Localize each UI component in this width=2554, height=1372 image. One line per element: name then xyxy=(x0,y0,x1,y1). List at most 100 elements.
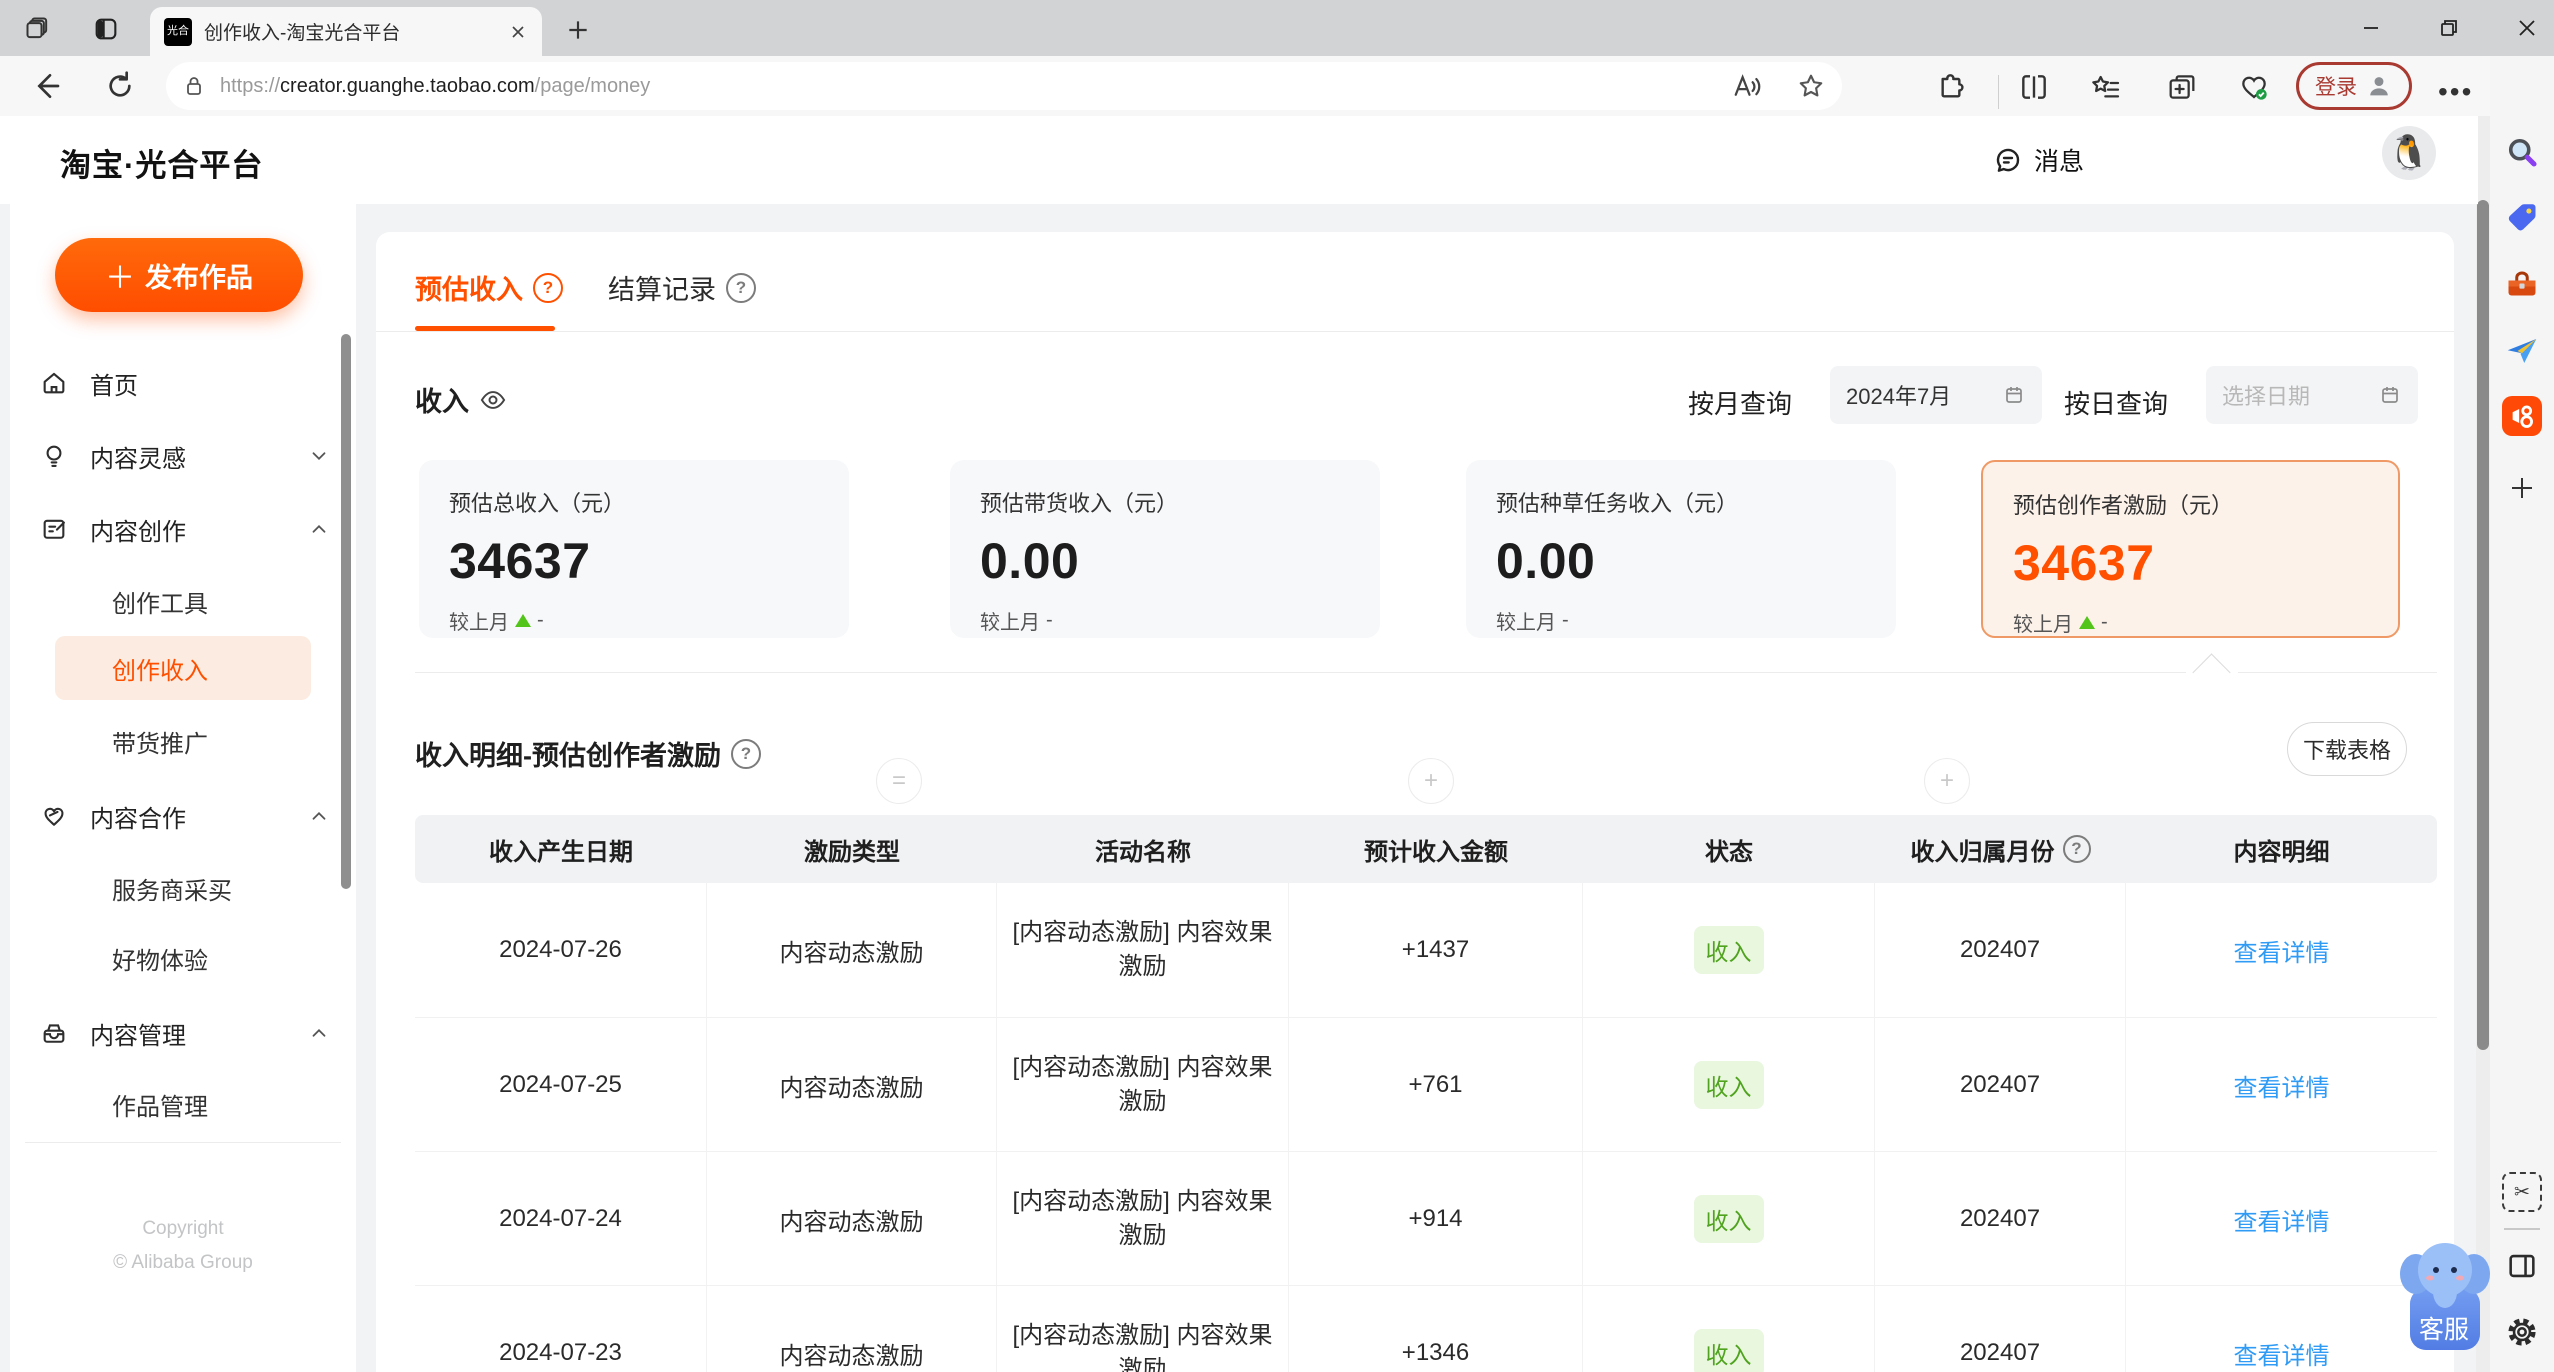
sidebar-item-label: 带货推广 xyxy=(112,730,208,758)
help-icon[interactable]: ? xyxy=(533,272,563,303)
compare-delta: - xyxy=(1562,609,1569,631)
stat-card-sales-income[interactable]: 预估带货收入（元） 0.00 较上月 - xyxy=(950,460,1380,638)
view-details-link[interactable]: 查看详情 xyxy=(2234,1336,2330,1371)
month-query-input[interactable]: 2024年7月 xyxy=(1830,366,2042,424)
main-content-card: 预估收入 ? 结算记录 ? 收入 按月查询 2024年7月 按日查询 选择日期 … xyxy=(376,232,2454,1372)
sidebar-item-creation-tools[interactable]: 创作工具 xyxy=(40,566,330,636)
cell-month: 202407 xyxy=(1875,1018,2126,1152)
stat-value: 34637 xyxy=(2013,535,2155,591)
publish-button[interactable]: ＋ 发布作品 xyxy=(55,238,303,312)
tab-close-icon[interactable] xyxy=(508,22,528,42)
site-header: 淘宝·光合平台 消息 创作者服务 🐧 xyxy=(0,116,2478,302)
sidebar-item-label: 首页 xyxy=(90,372,138,400)
login-label: 登录 xyxy=(2315,76,2357,99)
stat-card-task-income[interactable]: 预估种草任务收入（元） 0.00 较上月 - xyxy=(1466,460,1896,638)
stat-value: 0.00 xyxy=(980,533,1080,589)
site-logo[interactable]: 淘宝·光合平台 xyxy=(60,140,263,185)
login-button[interactable]: 登录 xyxy=(2296,62,2412,110)
status-badge: 收入 xyxy=(1693,1195,1764,1243)
help-icon[interactable]: ? xyxy=(731,738,761,769)
page-scrollbar-thumb[interactable] xyxy=(2477,200,2489,1050)
tab-settlement-records[interactable]: 结算记录 ? xyxy=(608,268,756,307)
cards-divider xyxy=(415,672,2437,673)
collections-icon[interactable] xyxy=(2166,71,2198,103)
cell-activity: [内容动态激励] 内容效果激励 xyxy=(1012,919,1273,980)
user-avatar[interactable]: 🐧 xyxy=(2382,126,2436,180)
rail-toolbox-icon[interactable] xyxy=(2502,265,2542,305)
copyright-line2: © Alibaba Group xyxy=(113,1252,253,1273)
rail-capture-icon[interactable]: ✂ xyxy=(2502,1172,2542,1212)
eye-icon[interactable] xyxy=(479,386,507,414)
sidebar-item-works-management[interactable]: 作品管理 xyxy=(40,1069,330,1139)
sidebar-item-label: 内容合作 xyxy=(90,805,186,833)
stat-value: 34637 xyxy=(449,533,591,589)
help-icon[interactable]: ? xyxy=(2062,835,2091,863)
tab-label: 预估收入 xyxy=(415,275,523,305)
view-details-link[interactable]: 查看详情 xyxy=(2234,1068,2330,1103)
favorites-bar-icon[interactable] xyxy=(2090,71,2122,103)
profile-icon xyxy=(2365,72,2393,100)
view-details-link[interactable]: 查看详情 xyxy=(2234,933,2330,968)
stat-label: 预估种草任务收入（元） xyxy=(1496,491,1739,516)
download-table-button[interactable]: 下载表格 xyxy=(2287,722,2407,776)
rail-panel-icon[interactable] xyxy=(2502,1246,2542,1286)
read-aloud-icon[interactable] xyxy=(1732,71,1762,101)
sidebar-item-service-purchase[interactable]: 服务商采买 xyxy=(40,853,330,923)
view-details-link[interactable]: 查看详情 xyxy=(2234,1202,2330,1237)
sidebar-item-product-trial[interactable]: 好物体验 xyxy=(40,923,330,993)
sidebar-item-creation[interactable]: 内容创作 xyxy=(40,492,330,566)
help-icon[interactable]: ? xyxy=(726,272,756,303)
table-row: 2024-07-23 内容动态激励 [内容动态激励] 内容效果激励 +1346 … xyxy=(415,1285,2437,1372)
chevron-up-icon xyxy=(308,518,330,540)
rail-shopping-icon[interactable] xyxy=(2502,198,2542,238)
income-section-title: 收入 xyxy=(415,380,507,419)
plus-connector-icon: + xyxy=(1924,758,1970,804)
extensions-icon[interactable] xyxy=(1936,71,1968,103)
tabs-divider xyxy=(376,331,2454,332)
split-screen-icon[interactable] xyxy=(2018,71,2050,103)
sidebar-scrollbar-thumb[interactable] xyxy=(341,334,351,889)
favorite-star-icon[interactable] xyxy=(1796,71,1826,101)
sidebar-item-cooperation[interactable]: 内容合作 xyxy=(40,779,330,853)
rail-add-icon[interactable] xyxy=(2502,468,2542,508)
window-close-icon[interactable] xyxy=(2512,13,2542,43)
stat-card-total-income[interactable]: 预估总收入（元） 34637 较上月 - xyxy=(419,460,849,638)
compare-delta: - xyxy=(2101,611,2108,633)
refresh-icon[interactable] xyxy=(104,70,136,102)
cell-activity: [内容动态激励] 内容效果激励 xyxy=(1012,1188,1273,1249)
tab-estimated-income[interactable]: 预估收入 ? xyxy=(415,268,563,307)
rail-search-icon[interactable] xyxy=(2502,132,2542,172)
sidebar-item-management[interactable]: 内容管理 xyxy=(40,996,330,1070)
cell-date: 2024-07-24 xyxy=(415,1152,707,1286)
day-query-input[interactable]: 选择日期 xyxy=(2206,366,2418,424)
trend-up-icon xyxy=(2079,616,2095,629)
sidebar-item-home[interactable]: 首页 xyxy=(40,346,330,420)
cell-amount: +914 xyxy=(1289,1152,1583,1286)
sidebar-item-creation-income-active[interactable]: 创作收入 xyxy=(55,636,311,700)
workspaces-icon[interactable] xyxy=(24,15,52,43)
more-menu-icon[interactable]: ••• xyxy=(2438,76,2473,108)
tab-actions-icon[interactable] xyxy=(92,15,120,43)
browser-tab[interactable]: 光合 创作收入-淘宝光合平台 xyxy=(150,7,542,56)
url-bar[interactable]: https://creator.guanghe.taobao.com/page/… xyxy=(166,62,1842,110)
cell-type: 内容动态激励 xyxy=(707,1286,997,1372)
customer-service-widget[interactable]: 客服 xyxy=(2396,1226,2492,1356)
sidebar-nav: ＋ 发布作品 首页 内容灵感 内容创作 创作工具 创作收入 带货推广 内容合作 … xyxy=(10,204,356,1372)
download-label: 下载表格 xyxy=(2302,738,2391,763)
sidebar-item-inspiration[interactable]: 内容灵感 xyxy=(40,419,330,493)
rail-messenger-icon[interactable] xyxy=(2502,331,2542,371)
cell-month: 202407 xyxy=(1875,1286,2126,1372)
new-tab-icon[interactable] xyxy=(565,17,591,43)
back-icon[interactable] xyxy=(30,70,62,102)
stat-card-creator-incentive-selected[interactable]: 预估创作者激励（元） 34637 较上月 - xyxy=(1981,460,2400,638)
sidebar-item-promotion[interactable]: 带货推广 xyxy=(40,706,330,776)
rail-kuaishou-icon[interactable] xyxy=(2502,396,2542,436)
window-minimize-icon[interactable] xyxy=(2356,13,2386,43)
cell-amount: +761 xyxy=(1289,1018,1583,1152)
compare-label: 较上月 xyxy=(449,612,509,634)
window-restore-icon[interactable] xyxy=(2434,13,2464,43)
messages-button[interactable]: 消息 xyxy=(1992,142,2084,178)
browser-essentials-icon[interactable] xyxy=(2238,71,2270,103)
rail-settings-gear-icon[interactable] xyxy=(2502,1312,2542,1352)
sidebar-divider xyxy=(25,1142,341,1143)
